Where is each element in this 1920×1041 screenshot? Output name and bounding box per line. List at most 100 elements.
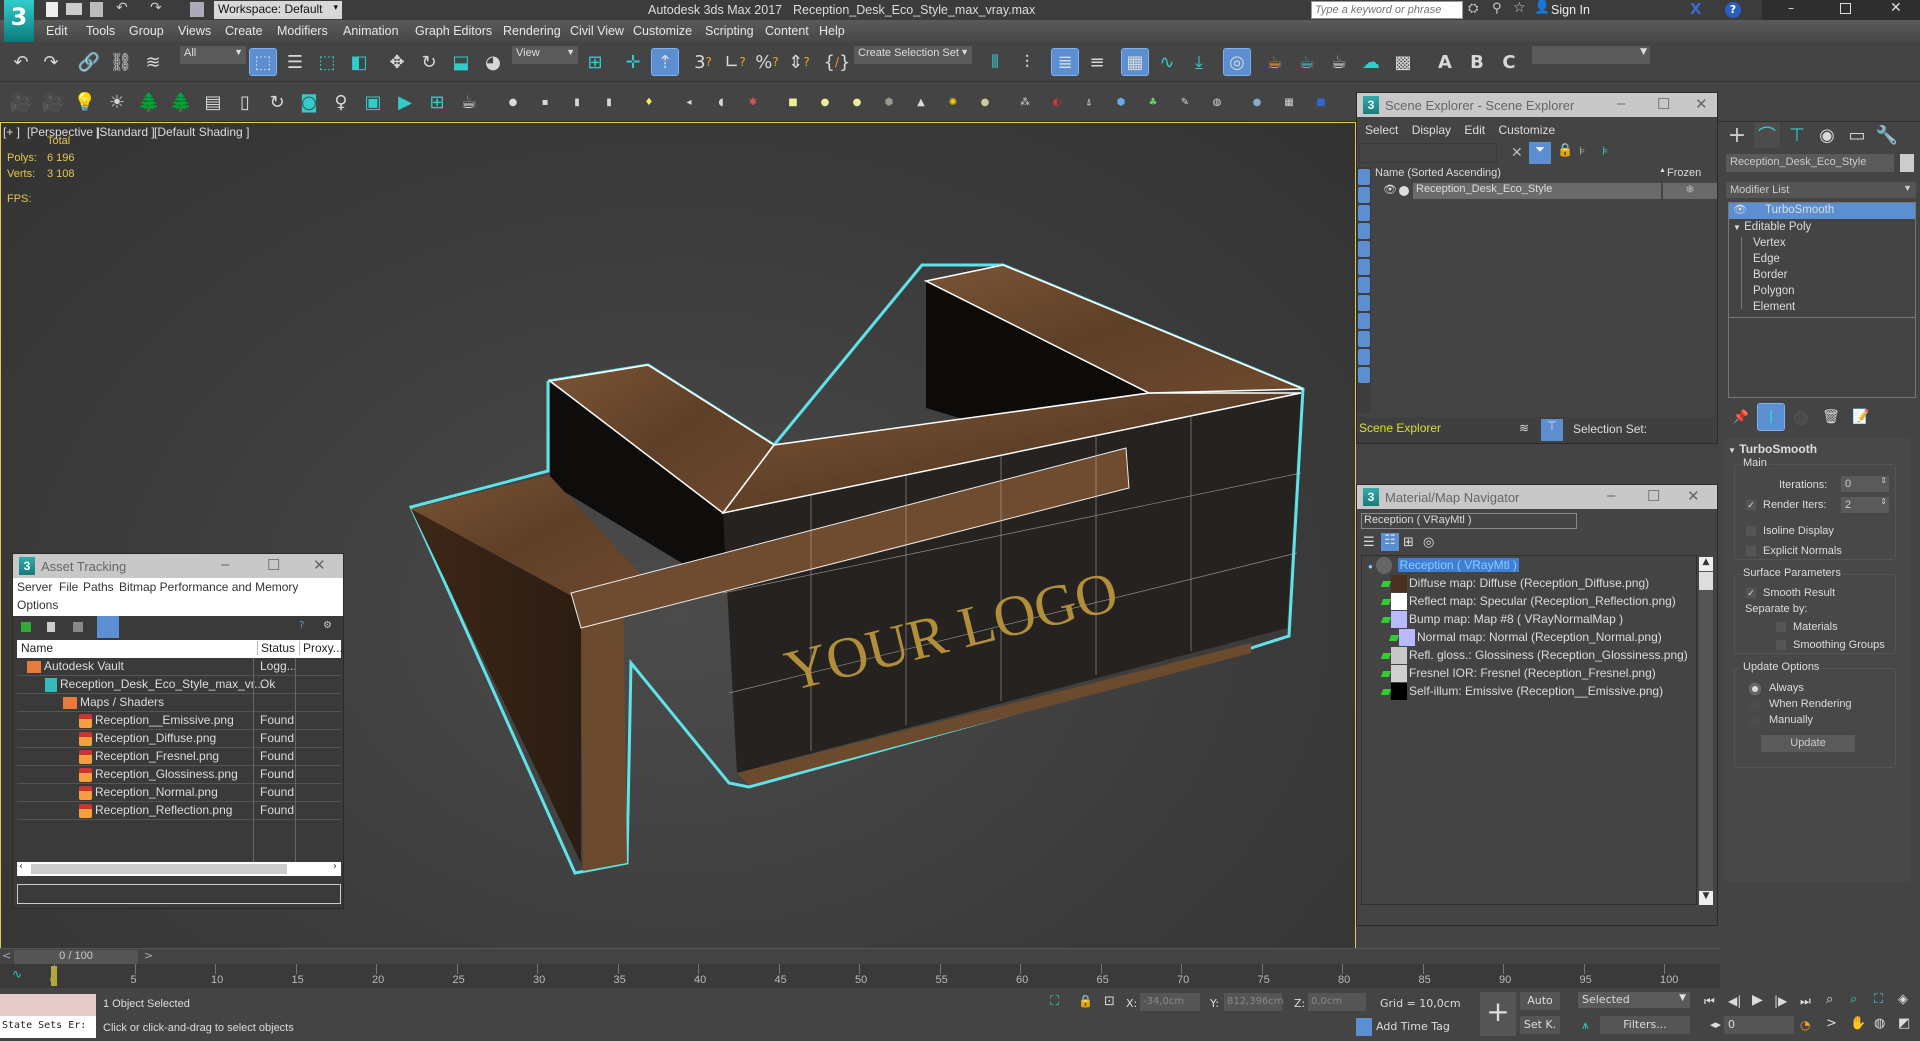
camera-icon[interactable]: 🎥	[8, 89, 34, 115]
current-material-field[interactable]: Reception ( VRayMtl )	[1361, 513, 1577, 529]
binoculars-icon[interactable]: ⛭	[1468, 1, 1478, 16]
smoothing-groups-checkbox[interactable]	[1775, 639, 1787, 651]
material-tree-node[interactable]: Diffuse map: Diffuse (Reception_Diffuse.…	[1380, 574, 1649, 593]
current-frame-field[interactable]: 0	[1724, 1016, 1794, 1034]
vray-sunlight-icon[interactable]: ✺	[940, 89, 966, 115]
asset-tracking-titlebar[interactable]: 3 Asset Tracking – ☐ ✕	[13, 554, 343, 578]
view-list-icons-icon[interactable]: ☷	[1381, 533, 1399, 551]
vray-ambient-icon[interactable]: ●	[972, 89, 998, 115]
modify-tab-icon[interactable]: ⌒	[1754, 122, 1780, 148]
lock-icon[interactable]: 🔒	[1557, 143, 1573, 158]
help-icon[interactable]: ?	[299, 620, 304, 631]
smooth-result-checkbox[interactable]: ✓	[1745, 587, 1757, 599]
pivot-icon[interactable]: ⊞	[582, 49, 608, 75]
col-name-header[interactable]: Name (Sorted Ascending)	[1375, 167, 1501, 179]
remove-modifier-icon[interactable]: 🗑	[1818, 404, 1844, 430]
vray-light-lister-icon[interactable]: ♦	[636, 89, 662, 115]
table-row[interactable]: Reception_Diffuse.png Found	[17, 730, 341, 748]
containers-filter-icon[interactable]	[1358, 331, 1370, 347]
new-file-icon[interactable]	[46, 2, 58, 17]
keyboard-shortcut-icon[interactable]: ⇡	[651, 48, 679, 76]
undo-icon[interactable]: ↶	[116, 0, 128, 16]
update-button[interactable]: Update	[1761, 735, 1855, 752]
selection-filter-dropdown[interactable]: All ▼	[180, 46, 246, 64]
modifier-list-dropdown[interactable]: Modifier List ▼	[1726, 182, 1916, 198]
camera-add-icon[interactable]: 🎥	[40, 89, 66, 115]
col-name[interactable]: Name	[21, 641, 53, 655]
col-frozen-header[interactable]: Frozen	[1667, 167, 1701, 179]
make-unique-icon[interactable]: ◍	[1788, 404, 1814, 430]
render-iters-spinner[interactable]: 2 ⇕	[1841, 497, 1889, 513]
filter-icon[interactable]: ⏷	[1529, 142, 1551, 164]
render-iters-checkbox[interactable]: ✓	[1745, 499, 1757, 511]
go-to-end-icon[interactable]: ⏭	[1800, 994, 1811, 1009]
material-tree-node[interactable]: Refl. gloss.: Glossiness (Reception_Glos…	[1380, 646, 1688, 665]
window-crossing-icon[interactable]: ◧	[346, 49, 372, 75]
vray-ipr-icon[interactable]: ▮	[596, 89, 622, 115]
vray-spot-icon[interactable]: ▲	[908, 89, 934, 115]
groups-filter-icon[interactable]	[1358, 277, 1370, 293]
stack-item-editable-poly[interactable]: ▼ Editable Poly	[1733, 221, 1811, 233]
key-mode-toggle-icon[interactable]: ◂▸	[1710, 1018, 1721, 1031]
tool-a-icon[interactable]: A	[1432, 49, 1458, 75]
motion-tab-icon[interactable]: ◉	[1814, 122, 1840, 148]
a360-gallery-icon[interactable]: ▩	[1390, 49, 1416, 75]
stack-sub-element[interactable]: Element	[1753, 301, 1795, 313]
set-key-button[interactable]: Set K.	[1520, 1016, 1560, 1034]
material-tree-scrollbar[interactable]: ▲ ▼	[1699, 557, 1713, 905]
sign-in-link[interactable]: Sign In	[1551, 3, 1590, 17]
project-icon[interactable]	[190, 2, 204, 17]
maximize-icon[interactable]: ☐	[267, 556, 280, 574]
vray-camera-icon[interactable]: ◂	[676, 89, 702, 115]
material-tree-node[interactable]: ● Reception ( VRayMtl )	[1368, 556, 1519, 575]
menu-help[interactable]: Help	[819, 24, 845, 38]
manipulate-icon[interactable]: ✛	[620, 49, 646, 75]
scene-explorer-icon[interactable]: ▦	[1121, 48, 1149, 76]
move-icon[interactable]: ✥	[384, 49, 410, 75]
hidden-filter-icon[interactable]	[1358, 367, 1370, 383]
spacewarps-filter-icon[interactable]	[1358, 259, 1370, 275]
toolbar-extra-dropdown[interactable]: ▼	[1532, 46, 1650, 64]
help-icon[interactable]: ?	[1725, 2, 1741, 18]
select-by-name-icon[interactable]: ☰	[282, 49, 308, 75]
x-coord-field[interactable]: -34,0cm	[1140, 993, 1200, 1011]
eye-icon[interactable]: 👁	[1383, 183, 1397, 196]
play-frame-icon[interactable]: ▶	[392, 89, 418, 115]
z-coord-field[interactable]: 0,0cm	[1308, 993, 1366, 1011]
vray-sphere-fade-icon[interactable]: ⍋	[1076, 89, 1102, 115]
menu-tools[interactable]: Tools	[86, 24, 115, 38]
menu-create[interactable]: Create	[225, 24, 263, 38]
vray-plane-icon[interactable]: ✎	[1172, 89, 1198, 115]
layers-stack-icon[interactable]: ≋	[1519, 421, 1529, 435]
table-row[interactable]: Reception_Glossiness.png Found	[17, 766, 341, 784]
close-icon[interactable]: ✕	[1687, 487, 1700, 505]
menu-graph-editors[interactable]: Graph Editors	[415, 24, 492, 38]
vray-material-icon[interactable]: ●	[500, 89, 526, 115]
scroll-down-icon[interactable]: ▼	[1699, 891, 1713, 905]
vray-vfb-icon[interactable]: ■	[1308, 89, 1334, 115]
spinner-arrows-icon[interactable]: ⇕	[1880, 497, 1887, 506]
vray-sphere-light-icon[interactable]: ●	[812, 89, 838, 115]
auto-key-button[interactable]: Auto	[1520, 992, 1560, 1010]
material-tree-node[interactable]: Self-illum: Emissive (Reception__Emissiv…	[1380, 682, 1663, 701]
next-key-icon[interactable]: |▶	[1774, 994, 1787, 1008]
menu-modifiers[interactable]: Modifiers	[277, 24, 328, 38]
selection-lock-icon[interactable]: 🔒	[1078, 994, 1093, 1008]
vray-fur-icon[interactable]: ⁂	[1012, 89, 1038, 115]
explicit-normals-checkbox[interactable]	[1745, 545, 1757, 557]
vray-object-props-icon[interactable]: ●	[1244, 89, 1270, 115]
tool-b-icon[interactable]: B	[1464, 49, 1490, 75]
select-object-icon[interactable]: ⬚	[249, 48, 277, 76]
scene-explorer-search[interactable]	[1359, 143, 1497, 163]
selection-set-dropdown[interactable]: Create Selection Set ▼	[854, 46, 972, 64]
unlink-icon[interactable]: ⛓	[108, 49, 134, 75]
frozen-snowflake-icon[interactable]: ❄	[1663, 183, 1717, 199]
hierarchy-icon[interactable]: ⊧	[1579, 144, 1585, 158]
align-icon[interactable]: ⫶	[1014, 49, 1040, 75]
menu-rendering[interactable]: Rendering	[503, 24, 561, 38]
curve-editor-icon[interactable]: ∿	[1154, 49, 1180, 75]
satellite-icon[interactable]: ⚲	[1492, 1, 1502, 16]
open-file-icon[interactable]	[66, 3, 82, 15]
update-rendering-radio[interactable]	[1749, 699, 1761, 711]
track-bar[interactable]: ∿ 05101520253035404550556065707580859095…	[0, 964, 1720, 988]
